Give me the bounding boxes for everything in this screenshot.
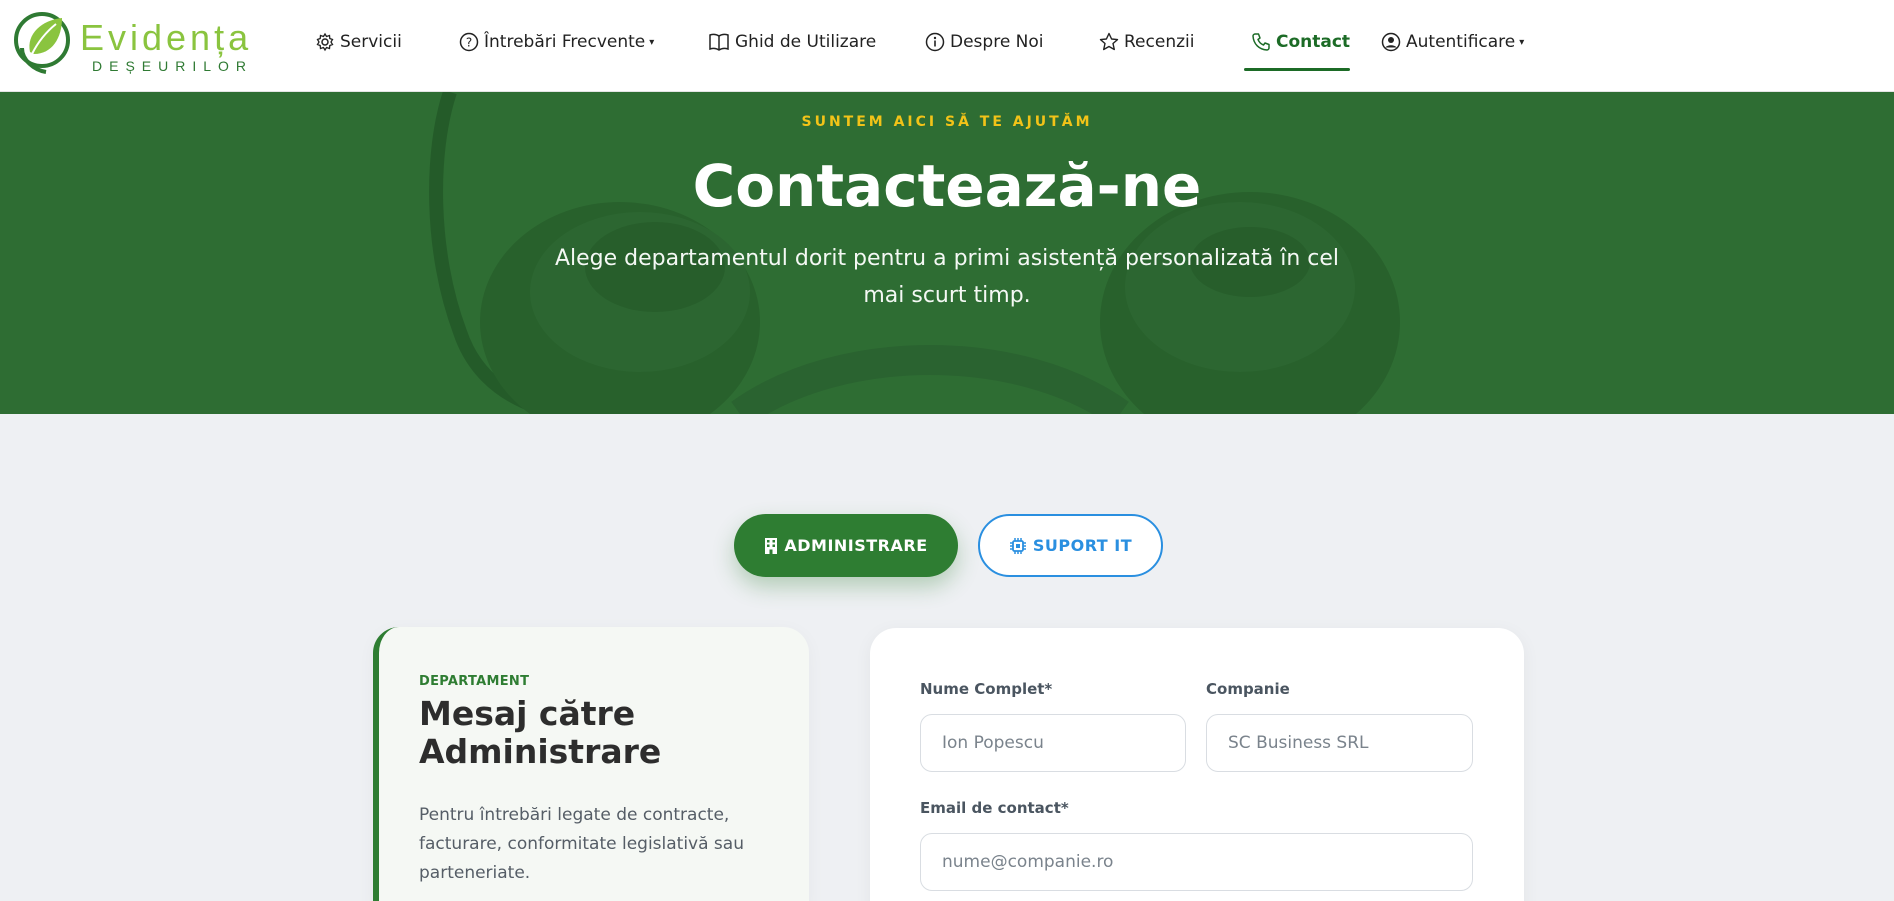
active-nav-indicator (1244, 68, 1350, 71)
nav-label: Servicii (340, 32, 402, 52)
question-circle-icon: ? (459, 32, 479, 52)
hero-kicker: SUNTEM AICI SĂ TE AJUTĂM (801, 114, 1093, 130)
nav-autentificare[interactable]: Autentificare ▾ (1381, 28, 1524, 56)
chevron-down-icon: ▾ (649, 36, 655, 48)
brand-logo[interactable]: Evidența DEȘEURILOR (10, 8, 248, 80)
nav-recenzii[interactable]: Recenzii (1099, 28, 1194, 56)
nav-label: Despre Noi (950, 32, 1044, 52)
department-info-card: DEPARTAMENT Mesaj către Administrare Pen… (373, 627, 809, 901)
nav-label: Recenzii (1124, 32, 1195, 52)
nav-servicii[interactable]: Servicii (315, 28, 402, 56)
company-input[interactable] (1206, 714, 1473, 772)
nav-intrebari-frecvente[interactable]: ? Întrebări Frecvente ▾ (459, 28, 654, 56)
administrare-department-button[interactable]: ADMINISTRARE (734, 514, 958, 577)
star-icon (1099, 32, 1119, 51)
book-icon (709, 33, 729, 51)
nav-ghid-utilizare[interactable]: Ghid de Utilizare (708, 28, 876, 56)
nav-label: Autentificare (1406, 32, 1516, 52)
leaf-logo-icon (14, 12, 70, 74)
hero-subtitle: Alege departamentul dorit pentru a primi… (554, 246, 1340, 308)
page-title: Contactează-ne (692, 152, 1202, 220)
department-description: Pentru întrebări legate de contracte, fa… (419, 805, 744, 883)
info-circle-icon (925, 32, 945, 52)
department-title: Mesaj către Administrare (419, 694, 662, 771)
nav-label: Contact (1276, 32, 1351, 52)
name-input[interactable] (920, 714, 1186, 772)
suport-it-button-label: SUPORT IT (1032, 536, 1133, 555)
contact-form: Nume Complet* Companie Email de contact* (870, 628, 1524, 901)
nav-despre-noi[interactable]: Despre Noi (925, 28, 1044, 56)
hero-banner: SUNTEM AICI SĂ TE AJUTĂM Contactează-ne … (0, 92, 1894, 414)
email-input[interactable] (920, 833, 1473, 891)
chevron-down-icon: ▾ (1519, 36, 1525, 48)
cpu-chip-icon (1009, 537, 1026, 554)
nav-contact[interactable]: Contact (1251, 28, 1350, 56)
building-icon (765, 537, 778, 554)
brand-name: Evidența (80, 17, 253, 58)
brand-subtitle: DEȘEURILOR (92, 58, 254, 74)
nav-label: Întrebări Frecvente (484, 32, 646, 52)
user-circle-icon (1381, 32, 1401, 52)
email-field-label: Email de contact* (920, 799, 1069, 817)
name-field-label: Nume Complet* (920, 680, 1053, 698)
gear-icon (316, 32, 334, 52)
phone-icon (1252, 33, 1270, 51)
suport-it-department-button[interactable]: SUPORT IT (978, 514, 1163, 577)
company-field-label: Companie (1206, 680, 1290, 698)
nav-label: Ghid de Utilizare (735, 32, 877, 52)
administrare-button-label: ADMINISTRARE (784, 536, 928, 555)
department-label: DEPARTAMENT (419, 674, 530, 689)
top-navbar: Evidența DEȘEURILOR Servicii ? Întrebări… (0, 0, 1894, 92)
svg-text:?: ? (466, 36, 472, 50)
